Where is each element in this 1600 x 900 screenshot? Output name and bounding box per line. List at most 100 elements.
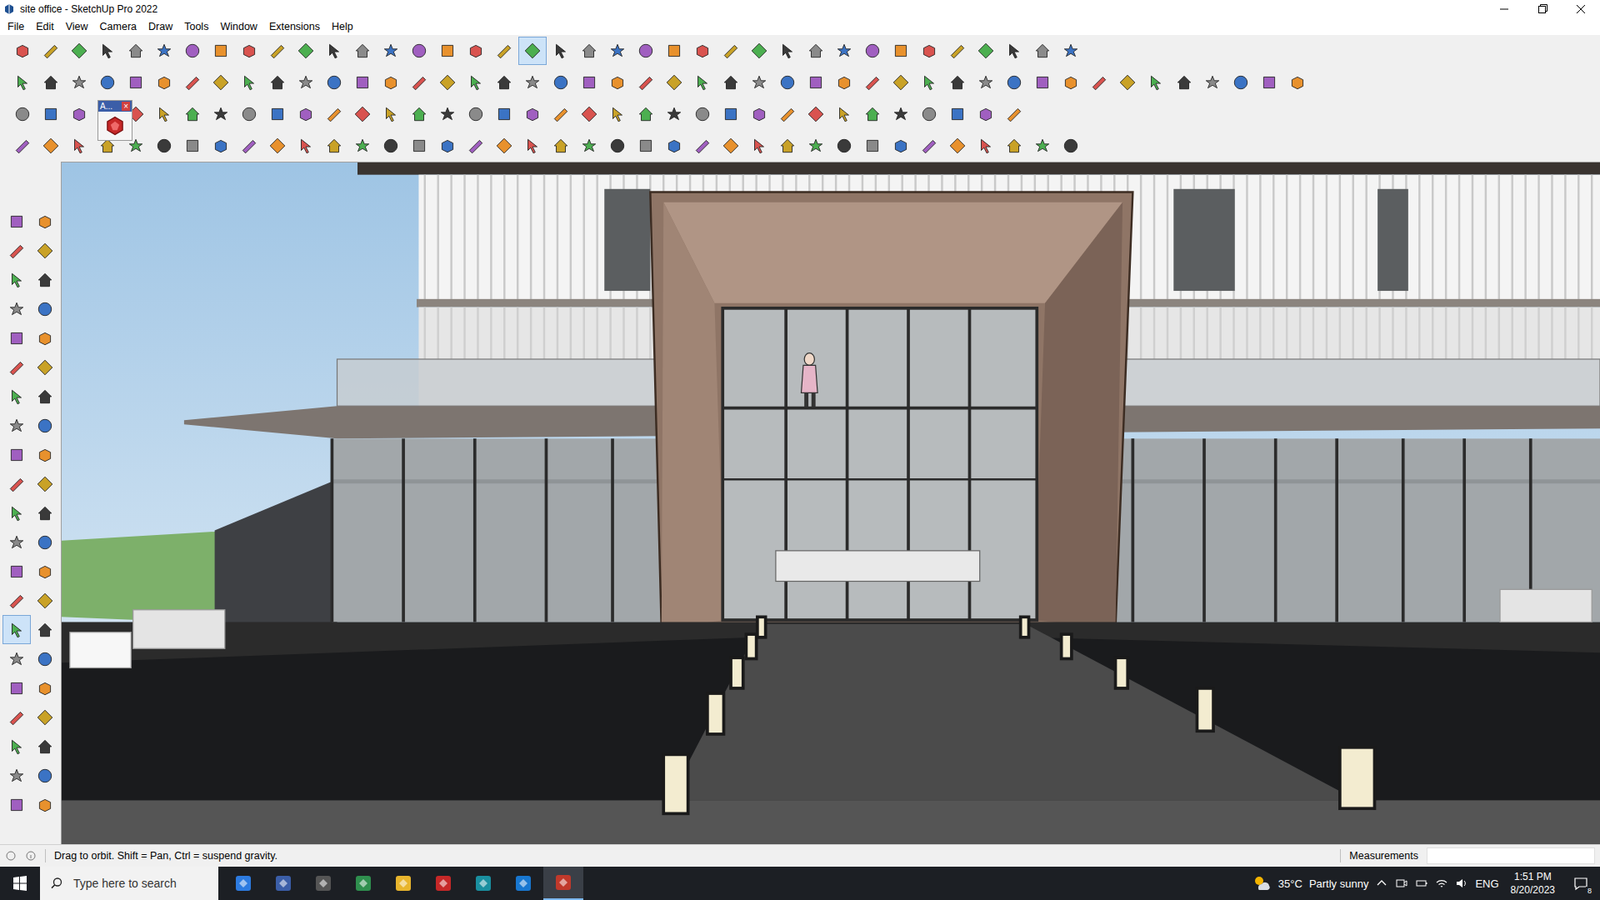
menu-item[interactable]: Edit xyxy=(30,19,60,35)
toolbar-button[interactable] xyxy=(631,68,660,97)
palette-tool[interactable] xyxy=(30,556,60,586)
toolbar-button[interactable] xyxy=(8,68,37,97)
palette-tool[interactable] xyxy=(30,790,60,820)
palette-tool[interactable] xyxy=(2,585,31,615)
toolbar-button[interactable] xyxy=(745,131,774,160)
palette-tool[interactable] xyxy=(30,440,60,470)
palette-tool[interactable] xyxy=(30,673,60,703)
taskbar-app[interactable] xyxy=(343,866,384,900)
toolbar-button[interactable] xyxy=(858,36,887,65)
toolbar-button[interactable] xyxy=(745,68,774,97)
palette-tool[interactable] xyxy=(2,294,31,324)
palette-tool[interactable] xyxy=(2,469,31,499)
toolbar-button[interactable] xyxy=(773,68,802,97)
toolbar-button[interactable] xyxy=(971,36,1000,65)
taskbar-app[interactable] xyxy=(503,866,544,900)
palette-tool[interactable] xyxy=(30,265,60,295)
taskbar-search[interactable]: Type here to search xyxy=(40,866,219,900)
input-language[interactable]: ENG xyxy=(1475,877,1499,890)
palette-tool[interactable] xyxy=(30,352,60,382)
palette-tool[interactable] xyxy=(30,323,60,353)
toolbar-button[interactable] xyxy=(943,100,972,129)
toolbar-button[interactable] xyxy=(490,131,519,160)
toolbar-button[interactable] xyxy=(858,68,887,97)
menu-item[interactable]: Help xyxy=(325,19,360,35)
menu-item[interactable]: File xyxy=(1,19,30,35)
toolbar-button[interactable] xyxy=(263,100,292,129)
toolbar-button[interactable] xyxy=(745,36,774,65)
palette-tool[interactable] xyxy=(2,673,31,703)
palette-tool[interactable] xyxy=(30,498,60,528)
toolbar-button[interactable] xyxy=(150,131,179,160)
toolbar-button[interactable] xyxy=(93,68,122,97)
windows-start-icon[interactable] xyxy=(0,866,40,900)
palette-tool[interactable] xyxy=(2,352,31,382)
palette-tool[interactable] xyxy=(2,527,31,557)
toolbar-button[interactable] xyxy=(830,36,859,65)
toolbar-button[interactable] xyxy=(575,131,604,160)
volume-icon[interactable] xyxy=(1455,876,1469,890)
model-viewport[interactable] xyxy=(60,161,1600,845)
toolbar-button[interactable] xyxy=(36,36,65,65)
toolbar-button[interactable] xyxy=(206,68,235,97)
toolbar-button[interactable] xyxy=(490,36,519,65)
palette-tool[interactable] xyxy=(2,265,31,295)
palette-tool[interactable] xyxy=(2,323,31,353)
toolbar-button[interactable] xyxy=(405,36,434,65)
toolbar-button[interactable] xyxy=(631,100,660,129)
toolbar-button[interactable] xyxy=(36,68,65,97)
toolbar-button[interactable] xyxy=(546,131,575,160)
toolbar-button[interactable] xyxy=(93,36,122,65)
toolbar-button[interactable] xyxy=(688,131,717,160)
toolbar-button[interactable] xyxy=(178,36,207,65)
taskbar-app[interactable] xyxy=(223,866,264,900)
toolbar-button[interactable] xyxy=(291,131,320,160)
toolbar-button[interactable] xyxy=(1226,68,1255,97)
toolbar-button[interactable] xyxy=(150,68,179,97)
toolbar-button[interactable] xyxy=(36,131,65,160)
toolbar-button[interactable] xyxy=(773,36,802,65)
toolbar-button[interactable] xyxy=(1085,68,1114,97)
toolbar-button[interactable] xyxy=(433,36,462,65)
toolbar-button[interactable] xyxy=(291,36,320,65)
toolbar-button[interactable] xyxy=(1056,36,1085,65)
credits-icon[interactable] xyxy=(25,850,37,862)
toolbar-button[interactable] xyxy=(716,131,745,160)
toolbar-button[interactable] xyxy=(376,100,405,129)
toolbar-button[interactable] xyxy=(801,100,830,129)
palette-tool[interactable] xyxy=(30,235,60,265)
toolbar-button[interactable] xyxy=(518,68,547,97)
toolbar-button[interactable] xyxy=(65,100,94,129)
toolbar-button[interactable] xyxy=(830,131,859,160)
toolbar-button[interactable] xyxy=(660,68,689,97)
toolbar-button[interactable] xyxy=(660,100,689,129)
toolbar-button[interactable] xyxy=(971,68,1000,97)
toolbar-button[interactable] xyxy=(858,100,887,129)
toolbar-button[interactable] xyxy=(490,100,519,129)
toolbar-button[interactable] xyxy=(801,68,830,97)
toolbar-button[interactable] xyxy=(518,131,547,160)
toolbar-button[interactable] xyxy=(235,36,264,65)
toolbar-button[interactable] xyxy=(886,36,915,65)
toolbar-button[interactable] xyxy=(1113,68,1142,97)
toolbar-button[interactable] xyxy=(405,131,434,160)
toolbar-button[interactable] xyxy=(376,68,405,97)
toolbar-button[interactable] xyxy=(121,36,150,65)
toolbar-button[interactable] xyxy=(1028,68,1057,97)
toolbar-button[interactable] xyxy=(376,36,405,65)
toolbar-button[interactable] xyxy=(405,100,434,129)
toolbar-button[interactable] xyxy=(65,36,94,65)
toolbar-button[interactable] xyxy=(546,100,575,129)
toolbar-button[interactable] xyxy=(348,68,377,97)
taskbar-app[interactable] xyxy=(543,866,584,900)
toolbar-button[interactable] xyxy=(206,100,235,129)
toolbar-button[interactable] xyxy=(1170,68,1199,97)
menu-item[interactable]: Extensions xyxy=(263,19,326,35)
toolbar-button[interactable] xyxy=(745,100,774,129)
toolbar-button[interactable] xyxy=(263,131,292,160)
palette-tool[interactable] xyxy=(2,381,31,411)
menu-item[interactable]: View xyxy=(60,19,95,35)
toolbar-button[interactable] xyxy=(178,68,207,97)
toolbar-button[interactable] xyxy=(943,36,972,65)
toolbar-button[interactable] xyxy=(1283,68,1312,97)
